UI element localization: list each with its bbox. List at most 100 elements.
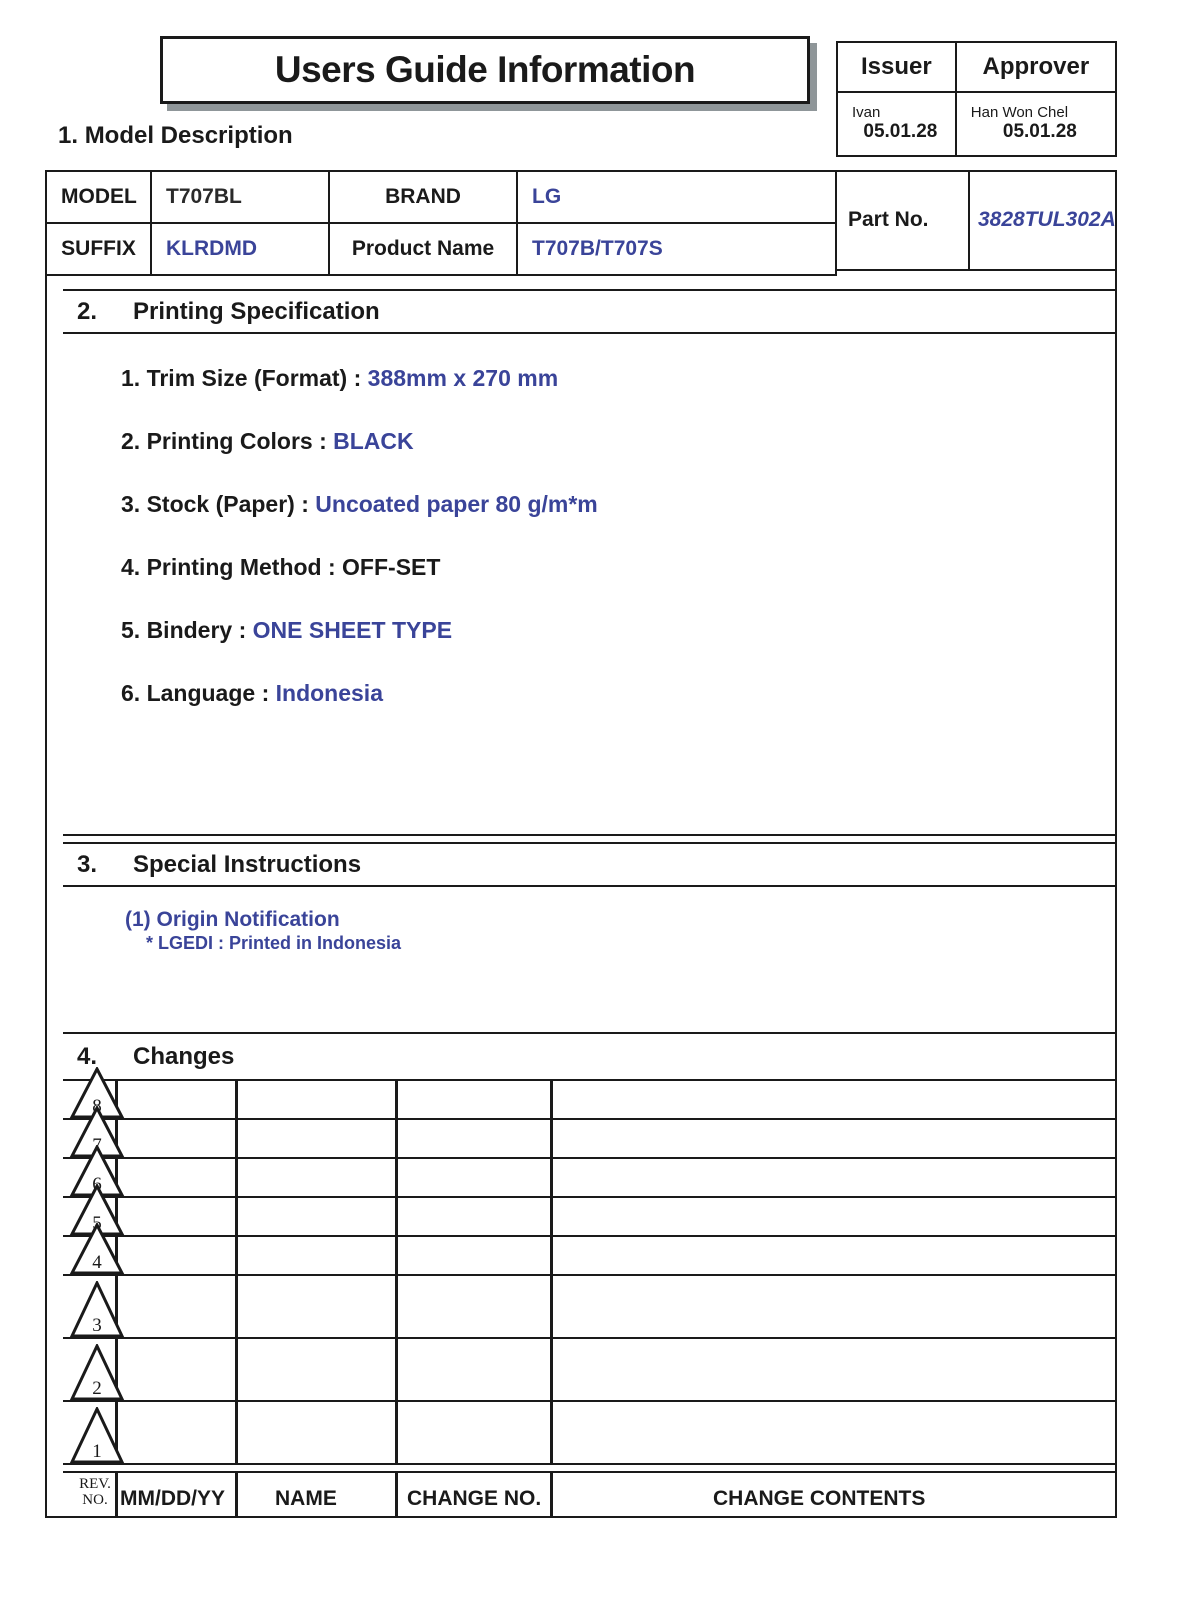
section-3-title: Special Instructions bbox=[133, 850, 362, 878]
section-3-header: 3. Special Instructions bbox=[63, 842, 1115, 887]
brand-label: BRAND bbox=[328, 170, 518, 224]
column-divider bbox=[395, 1120, 398, 1157]
issuer-cell: Ivan 05.01.28 bbox=[836, 91, 957, 157]
spec-item-4-value: OFF-SET bbox=[342, 554, 441, 580]
spec-item-2-label: 2. Printing Colors : bbox=[121, 428, 334, 454]
table-row[interactable]: 8 bbox=[63, 1067, 1115, 1120]
column-divider bbox=[115, 1081, 118, 1118]
section-2-number: 2. bbox=[77, 297, 98, 325]
footer-change-contents-label: CHANGE CONTENTS bbox=[713, 1487, 926, 1510]
spec-item-3-label: 3. Stock (Paper) : bbox=[121, 491, 316, 517]
table-row[interactable]: 2 bbox=[63, 1339, 1115, 1402]
approver-name: Han Won Chel bbox=[970, 103, 1069, 121]
issuer-name: Ivan bbox=[852, 103, 881, 121]
section-4-title: Changes bbox=[133, 1042, 235, 1070]
product-name-value: T707B/T707S bbox=[516, 222, 837, 276]
column-divider bbox=[115, 1276, 118, 1337]
section-1-heading: 1. Model Description bbox=[58, 122, 293, 150]
table-row[interactable]: 5 bbox=[63, 1184, 1115, 1237]
column-divider bbox=[235, 1237, 238, 1274]
section-4-number: 4. bbox=[77, 1042, 98, 1070]
column-divider bbox=[235, 1339, 238, 1400]
svg-text:7: 7 bbox=[92, 1135, 102, 1156]
part-no-value: 3828TUL302A bbox=[970, 170, 1117, 271]
spec-item-6: 6. Language : Indonesia bbox=[121, 680, 383, 707]
approver-header: Approver bbox=[954, 41, 1118, 93]
approver-date: 05.01.28 bbox=[1002, 121, 1077, 143]
table-row[interactable]: 3 bbox=[63, 1276, 1115, 1339]
table-row[interactable]: 6 bbox=[63, 1145, 1115, 1198]
column-divider bbox=[395, 1159, 398, 1196]
column-divider bbox=[235, 1402, 238, 1463]
column-divider bbox=[115, 1339, 118, 1400]
brand-value: LG bbox=[516, 170, 837, 224]
page-title: Users Guide Information bbox=[274, 49, 696, 90]
svg-text:1: 1 bbox=[92, 1441, 102, 1462]
spec-item-2: 2. Printing Colors : BLACK bbox=[121, 428, 414, 455]
column-divider bbox=[235, 1276, 238, 1337]
spec-item-2-value: BLACK bbox=[333, 428, 414, 454]
issuer-date: 05.01.28 bbox=[863, 121, 938, 143]
column-divider bbox=[550, 1237, 553, 1274]
spec-item-3: 3. Stock (Paper) : Uncoated paper 80 g/m… bbox=[121, 491, 598, 518]
suffix-row: SUFFIX KLRDMD Product Name T707B/T707S bbox=[45, 222, 837, 276]
section-4-header: 4. Changes bbox=[63, 1034, 1115, 1081]
column-divider bbox=[550, 1081, 553, 1118]
column-divider bbox=[115, 1402, 118, 1463]
special-instruction-line-2: * LGEDI : Printed in Indonesia bbox=[146, 933, 402, 953]
column-divider bbox=[235, 1081, 238, 1118]
model-label: MODEL bbox=[45, 170, 152, 224]
column-divider bbox=[115, 1159, 118, 1196]
changes-footer-header-row: REV. NO. MM/DD/YY NAME CHANGE NO. CHANGE… bbox=[63, 1471, 1115, 1518]
product-name-label: Product Name bbox=[328, 222, 518, 276]
spec-item-4-label: 4. Printing Method : bbox=[121, 554, 343, 580]
spec-item-1-value: 388mm x 270 mm bbox=[367, 365, 559, 391]
suffix-value: KLRDMD bbox=[150, 222, 330, 276]
svg-text:3: 3 bbox=[92, 1315, 102, 1336]
footer-rev-no-label: REV. NO. bbox=[67, 1476, 123, 1508]
section-1-title: Model Description bbox=[84, 122, 293, 149]
column-divider bbox=[115, 1120, 118, 1157]
column-divider bbox=[115, 1237, 118, 1274]
table-row[interactable]: 4 bbox=[63, 1223, 1115, 1276]
approval-value-row: Ivan 05.01.28 Han Won Chel 05.01.28 bbox=[836, 91, 1118, 157]
column-divider bbox=[235, 1198, 238, 1235]
svg-text:4: 4 bbox=[92, 1252, 102, 1273]
spec-item-1-label: 1. Trim Size (Format) : bbox=[121, 365, 368, 391]
model-row: MODEL T707BL BRAND LG bbox=[45, 170, 837, 224]
svg-text:2: 2 bbox=[92, 1378, 102, 1399]
approval-table: Issuer Approver Ivan 05.01.28 Han Won Ch… bbox=[836, 41, 1118, 157]
title-box: Users Guide Information bbox=[160, 36, 810, 104]
table-row[interactable]: 7 bbox=[63, 1106, 1115, 1159]
spec-item-1: 1. Trim Size (Format) : 388mm x 270 mm bbox=[121, 365, 558, 392]
column-divider bbox=[395, 1198, 398, 1235]
section-2-body: 1. Trim Size (Format) : 388mm x 270 mm 2… bbox=[63, 334, 1115, 836]
spec-item-6-label: 6. Language : bbox=[121, 680, 276, 706]
section-2-header: 2. Printing Specification bbox=[63, 289, 1115, 334]
footer-change-no-label: CHANGE NO. bbox=[407, 1487, 542, 1510]
column-divider bbox=[550, 1339, 553, 1400]
spec-item-4: 4. Printing Method : OFF-SET bbox=[121, 554, 440, 581]
column-divider bbox=[115, 1198, 118, 1235]
section-1-number: 1. bbox=[58, 122, 85, 149]
column-divider bbox=[550, 1402, 553, 1463]
spec-item-6-value: Indonesia bbox=[275, 680, 383, 706]
column-divider bbox=[395, 1081, 398, 1118]
suffix-label: SUFFIX bbox=[45, 222, 152, 276]
table-row[interactable]: 1 bbox=[63, 1402, 1115, 1465]
changes-table: 8 7 6 5 4 3 2 1 REV. NO. MM/DD/YY NAME CHANGE N… bbox=[63, 1067, 1115, 1518]
column-divider bbox=[235, 1120, 238, 1157]
footer-rev-line-2: NO. bbox=[82, 1492, 108, 1509]
special-instruction-line-1: (1) Origin Notification bbox=[125, 908, 340, 931]
approver-cell: Han Won Chel 05.01.28 bbox=[954, 91, 1118, 157]
column-divider bbox=[550, 1159, 553, 1196]
svg-text:5: 5 bbox=[92, 1213, 102, 1234]
section-2-title: Printing Specification bbox=[133, 297, 380, 325]
footer-date-label: MM/DD/YY bbox=[120, 1487, 225, 1510]
column-divider bbox=[395, 1402, 398, 1463]
document-title-banner: Users Guide Information bbox=[160, 36, 817, 111]
approval-header-row: Issuer Approver bbox=[836, 41, 1118, 93]
model-table: MODEL T707BL BRAND LG SUFFIX KLRDMD Prod… bbox=[45, 170, 837, 276]
footer-rev-line-1: REV. bbox=[79, 1476, 111, 1492]
section-3-body: (1) Origin Notification * LGEDI : Printe… bbox=[63, 887, 1115, 1034]
